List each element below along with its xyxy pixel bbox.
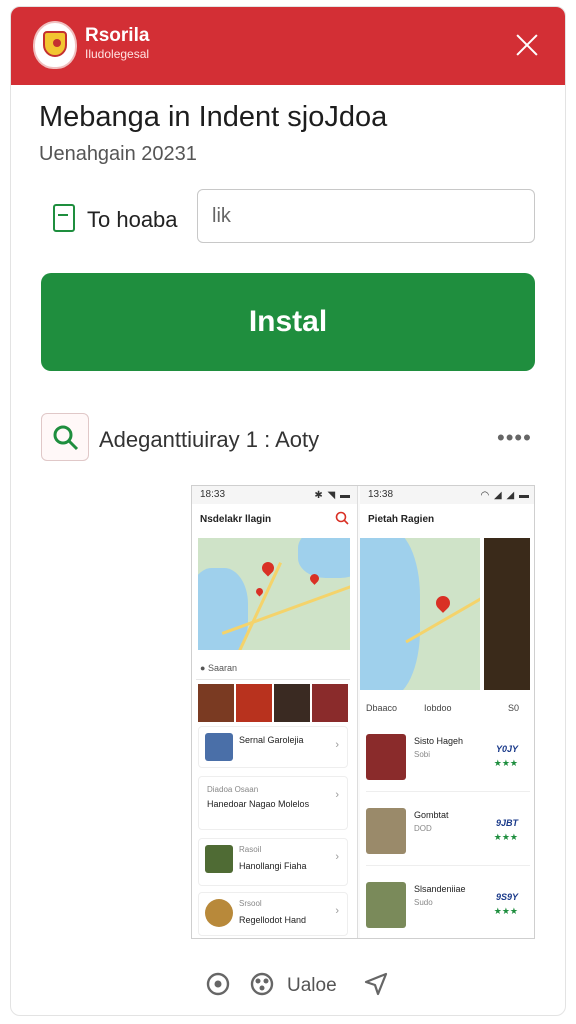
avatar — [205, 733, 233, 761]
list-item[interactable]: Rasoil Hanollangi Fiaha › — [198, 838, 348, 886]
page-title: Mebanga in Indent sjoJdoa — [39, 101, 388, 133]
preview-phone-left: 18:33 ✱ ◥ ▬ Nsdelakr llagin ● Saaran Ser… — [192, 486, 358, 938]
footer-label[interactable]: Ualoe — [287, 975, 337, 997]
chevron-right-icon: › — [335, 739, 339, 751]
status-time: 13:38 — [368, 489, 394, 500]
preview-title: Pietah Ragien — [368, 514, 435, 525]
list-item[interactable]: Gombtat DOD 9JBT ★★★ — [366, 800, 530, 866]
install-dialog: Rsorila Iludolegesal Mebanga in Indent s… — [10, 6, 566, 1016]
avatar — [205, 845, 233, 873]
chevron-right-icon: › — [335, 905, 339, 917]
list-item[interactable]: Sernal Garolejia › — [198, 726, 348, 768]
brand-subtitle: Iludolegesal — [85, 47, 150, 61]
search-icon — [53, 425, 79, 451]
tab[interactable]: S0 — [508, 703, 519, 713]
rating-stars: ★★★ — [493, 906, 518, 916]
rating-stars: ★★★ — [493, 832, 518, 842]
photo-strip — [198, 684, 348, 722]
tab-row: Dbaaco Iobdoo S0 — [360, 698, 534, 720]
status-time: 18:33 — [200, 489, 226, 500]
list-item[interactable]: Sisto Hageh Sobi Y0JY ★★★ — [366, 726, 530, 792]
chevron-right-icon: › — [335, 851, 339, 863]
more-menu-icon[interactable]: •••• — [497, 425, 532, 451]
map-pin-icon — [433, 593, 453, 613]
avatar — [366, 734, 406, 780]
shield-icon — [43, 31, 67, 57]
share-icon[interactable] — [249, 971, 275, 997]
tab[interactable]: Iobdoo — [424, 703, 452, 713]
status-bar: 13:38 ◠ ◢ ◢ ▬ — [360, 486, 534, 504]
status-icons: ◠ ◢ ◢ ▬ — [480, 490, 530, 501]
preview-title: Nsdelakr llagin — [200, 514, 272, 525]
field-label: To hoaba — [87, 207, 178, 232]
close-icon[interactable] — [507, 25, 547, 65]
app-screenshot-preview: 18:33 ✱ ◥ ▬ Nsdelakr llagin ● Saaran Ser… — [191, 485, 535, 939]
rating-stars: ★★★ — [493, 758, 518, 768]
header-bar: Rsorila Iludolegesal — [11, 7, 565, 85]
search-icon — [335, 511, 349, 525]
install-button[interactable]: Instal — [41, 273, 535, 371]
document-icon — [53, 204, 75, 232]
brand-name: Rsorila — [85, 25, 150, 46]
app-name: Adeganttiuiray 1 : Aoty — [99, 427, 320, 452]
list-item[interactable]: Slsandeniiae Sudo 9S9Y ★★★ — [366, 874, 530, 938]
list-item[interactable]: Srsool Regellodot Hand › — [198, 892, 348, 936]
tab[interactable]: Dbaaco — [366, 703, 397, 713]
filter-chip[interactable]: ● Saaran — [196, 658, 350, 680]
brand-logo — [33, 21, 77, 69]
search-button[interactable] — [41, 413, 89, 461]
page-subtitle: Uenahgain 20231 — [39, 143, 197, 165]
avatar — [205, 899, 233, 927]
chevron-right-icon: › — [335, 789, 339, 801]
map-view[interactable] — [198, 538, 350, 650]
send-icon[interactable] — [363, 971, 389, 997]
avatar — [366, 882, 406, 928]
text-input[interactable] — [197, 189, 535, 243]
photo — [484, 538, 530, 690]
status-icons: ✱ ◥ ▬ — [314, 490, 351, 501]
preview-phone-right: 13:38 ◠ ◢ ◢ ▬ Pietah Ragien Dbaaco Iobdo… — [360, 486, 534, 938]
avatar — [366, 808, 406, 854]
location-icon[interactable] — [205, 971, 231, 997]
map-view[interactable] — [360, 538, 480, 690]
list-item[interactable]: Diadoa Osaan Hanedoar Nagao Molelos › — [198, 776, 348, 830]
status-bar: 18:33 ✱ ◥ ▬ — [192, 486, 357, 504]
